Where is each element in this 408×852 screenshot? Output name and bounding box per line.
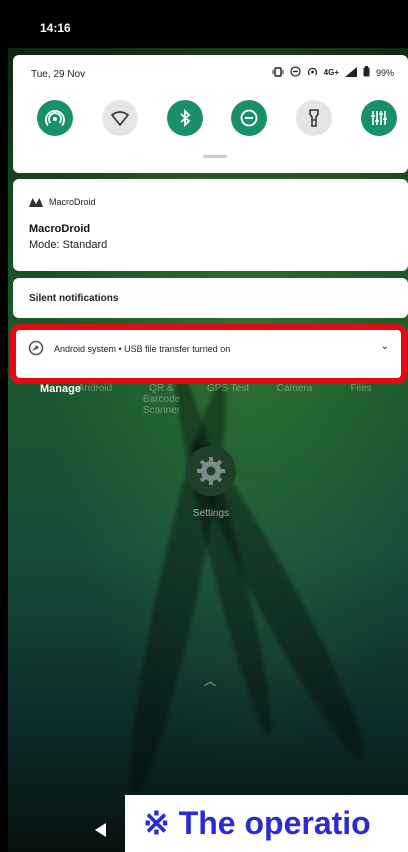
gear-icon (197, 457, 225, 485)
network-label: 4G+ (323, 68, 339, 77)
vibrate-icon (272, 66, 284, 79)
equalizer-tile[interactable] (360, 100, 397, 136)
bluetooth-tile[interactable] (166, 100, 203, 136)
home-app-labels: Android QR & Barcode Scanner GPS Test Ca… (63, 383, 393, 416)
home-app-gps-test[interactable]: GPS Test (196, 383, 260, 416)
macrodroid-logo-icon (29, 197, 43, 207)
hotspot-tile[interactable] (37, 100, 73, 136)
status-bar: 14:16 (8, 0, 408, 48)
do-not-disturb-icon (240, 109, 258, 127)
notification-text: Mode: Standard (29, 239, 108, 251)
wifi-icon (110, 111, 129, 127)
silent-notifications-label: Silent notifications (29, 293, 119, 304)
notification-app-header: MacroDroid (29, 197, 96, 207)
settings-app-icon[interactable] (186, 446, 236, 496)
hotspot-status-icon (307, 66, 318, 79)
wifi-tile[interactable] (101, 100, 138, 136)
battery-percent: 99% (375, 67, 394, 78)
equalizer-icon (370, 111, 387, 125)
signal-icon (344, 66, 357, 79)
back-button[interactable] (95, 823, 106, 837)
notification-app-name: MacroDroid (49, 197, 96, 207)
expand-chevron-icon[interactable]: ⌄ (381, 341, 389, 352)
notification-title: MacroDroid (29, 223, 91, 235)
battery-icon (363, 66, 370, 79)
dnd-tile[interactable] (231, 100, 268, 136)
flashlight-icon (309, 109, 319, 127)
flashlight-tile[interactable] (296, 100, 333, 136)
hotspot-icon (45, 110, 65, 127)
usb-notification[interactable]: Android system • USB file transfer turne… (10, 324, 407, 384)
status-time: 14:16 (40, 21, 71, 35)
manage-button[interactable]: Manage (40, 383, 81, 395)
silent-notifications-section: Silent notifications (13, 278, 408, 318)
settings-app-label: Settings (192, 508, 230, 519)
home-app-qr-scanner[interactable]: QR & Barcode Scanner (130, 383, 194, 416)
bluetooth-icon (180, 108, 190, 128)
home-app-files[interactable]: Files (329, 383, 393, 416)
panel-drag-handle[interactable] (203, 155, 227, 158)
qs-status-icons: 4G+ 99% (272, 66, 394, 79)
home-app-camera[interactable]: Camera (263, 383, 327, 416)
qs-tiles (37, 100, 397, 136)
overlay-banner: ※ The operatio (125, 795, 408, 852)
dnd-status-icon (290, 66, 301, 79)
quick-settings-panel: Tue, 29 Nov 4G+ 99% (13, 55, 408, 173)
screen: 14:16 Tue, 29 Nov 4G+ 99% MacroDroid Mac… (0, 0, 408, 852)
qs-date: Tue, 29 Nov (31, 69, 86, 80)
usb-notification-text: Android system • USB file transfer turne… (54, 344, 231, 354)
app-drawer-chevron-icon[interactable]: ︿ (204, 672, 216, 689)
macrodroid-notification[interactable]: MacroDroid MacroDroid Mode: Standard (13, 179, 408, 271)
android-system-icon (28, 340, 44, 361)
